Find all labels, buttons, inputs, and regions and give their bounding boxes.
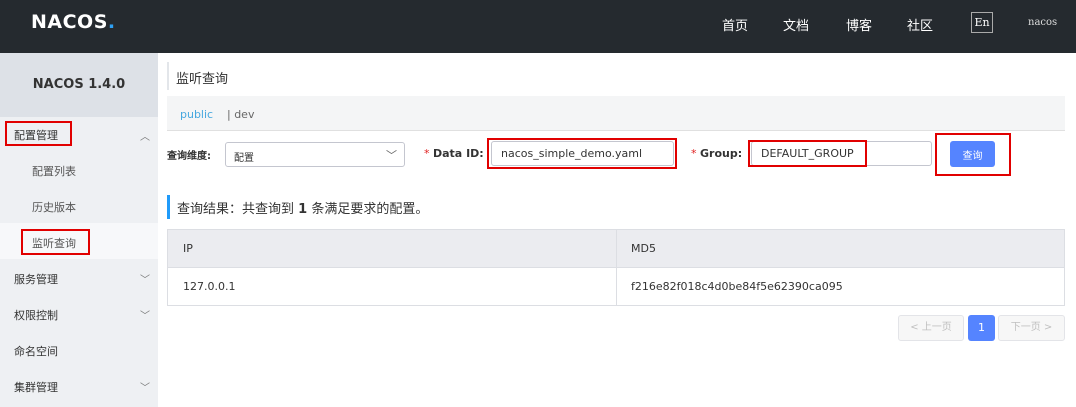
title-accent-bar [167, 62, 169, 90]
language-toggle-button[interactable]: En [971, 12, 993, 33]
highlight-box-group [748, 140, 867, 167]
chevron-down-icon[interactable]: ﹀ [140, 307, 150, 322]
sidebar-group-cluster[interactable]: 集群管理 [14, 379, 58, 395]
page-title: 监听查询 [176, 72, 229, 87]
chevron-down-icon[interactable]: ﹀ [140, 379, 150, 394]
nav-blog[interactable]: 博客 [846, 15, 872, 34]
nav-docs[interactable]: 文档 [783, 15, 809, 34]
current-page-button[interactable]: 1 [968, 315, 995, 341]
highlight-box-config-management [5, 121, 72, 146]
namespace-bar: public | dev [167, 96, 1065, 131]
namespace-dev[interactable]: | dev [227, 108, 254, 121]
sidebar-group-service[interactable]: 服务管理 [14, 271, 58, 287]
result-table: IP MD5 127.0.0.1 f216e82f018c4d0be84f5e6… [167, 229, 1065, 306]
column-header-md5: MD5 [631, 242, 656, 255]
user-name[interactable]: nacos [1028, 17, 1057, 28]
query-dimension-label: 查询维度: [167, 151, 211, 162]
query-dimension-select[interactable]: 配置 ﹀ [225, 142, 405, 167]
namespace-public[interactable]: public [180, 108, 213, 121]
cell-ip: 127.0.0.1 [183, 280, 236, 293]
data-id-label: * Data ID: [424, 147, 484, 160]
chevron-down-icon[interactable]: ﹀ [140, 271, 150, 286]
nav-home[interactable]: 首页 [722, 15, 748, 34]
highlight-box-listener-query [21, 229, 90, 255]
nacos-logo[interactable]: NACOS. [31, 11, 116, 33]
chevron-down-icon: ﹀ [386, 149, 397, 162]
column-divider [616, 230, 617, 305]
chevron-up-icon[interactable]: ︿ [140, 128, 150, 143]
result-summary: 查询结果：共查询到 1 条满足要求的配置。 [177, 202, 429, 217]
group-label: * Group: [691, 147, 743, 160]
sidebar-group-namespace[interactable]: 命名空间 [14, 343, 58, 359]
highlight-box-query-button [935, 133, 1011, 176]
result-count: 1 [298, 202, 308, 217]
sidebar-group-auth[interactable]: 权限控制 [14, 307, 58, 323]
sidebar-item-history[interactable]: 历史版本 [32, 199, 76, 215]
nav-community[interactable]: 社区 [907, 15, 933, 34]
column-header-ip: IP [183, 242, 193, 255]
prev-page-button[interactable]: < 上一页 [898, 315, 964, 341]
next-page-button[interactable]: 下一页 > [998, 315, 1065, 341]
sidebar-item-config-list[interactable]: 配置列表 [32, 163, 76, 179]
highlight-box-data-id [487, 138, 677, 169]
result-accent-bar [167, 195, 170, 219]
query-dimension-value: 配置 [234, 153, 254, 164]
top-bar: NACOS. 首页 文档 博客 社区 En nacos [0, 0, 1076, 53]
version-label: NACOS 1.4.0 [0, 53, 158, 117]
cell-md5: f216e82f018c4d0be84f5e62390ca095 [631, 280, 843, 293]
